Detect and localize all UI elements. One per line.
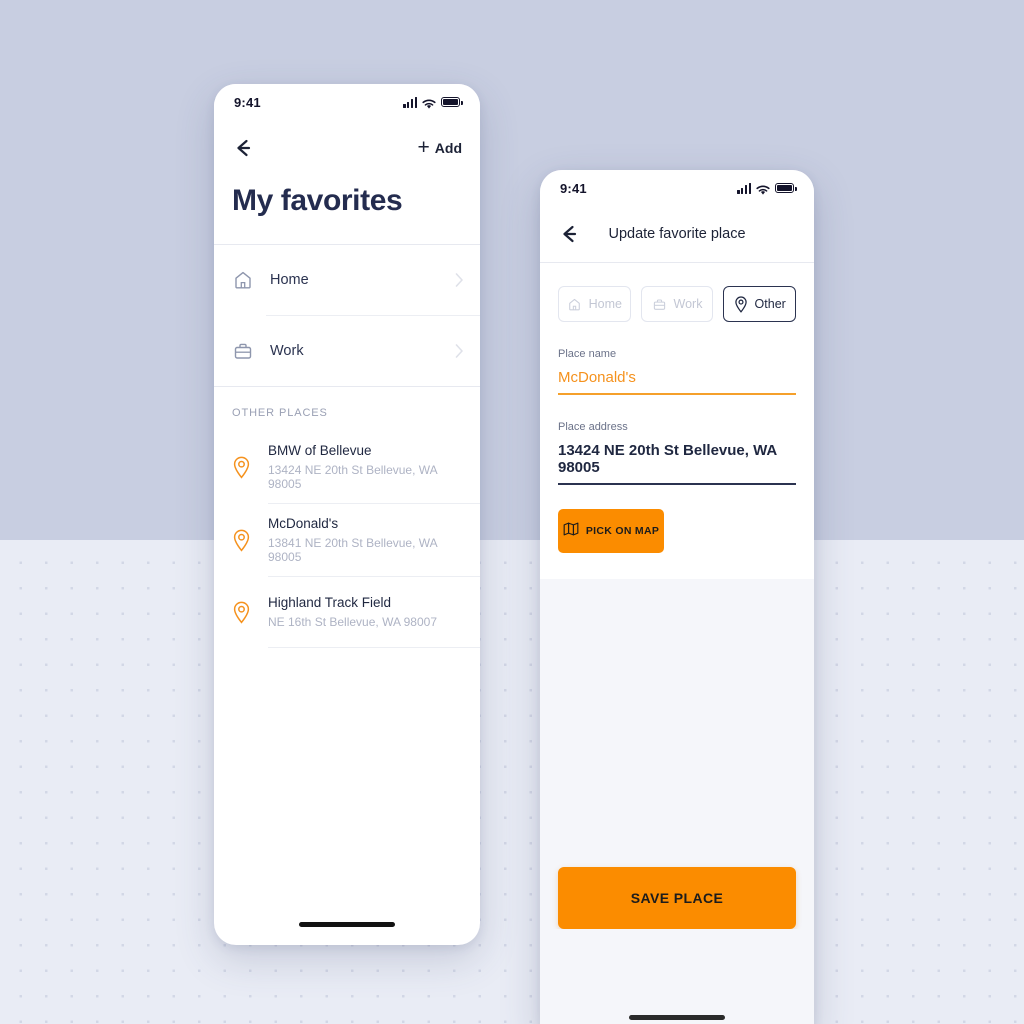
update-page-title: Update favorite place bbox=[608, 226, 746, 242]
chip-work[interactable]: Work bbox=[640, 286, 714, 322]
pick-on-map-label: PICK ON MAP bbox=[585, 525, 660, 537]
add-button-label: Add bbox=[434, 140, 462, 156]
background-top bbox=[0, 0, 1024, 540]
status-bar: 9:41 bbox=[540, 170, 814, 206]
place-row[interactable]: BMW of Bellevue 13424 NE 20th St Bellevu… bbox=[214, 431, 480, 503]
place-name: McDonald's bbox=[268, 516, 339, 531]
map-icon bbox=[563, 522, 579, 541]
chip-home-label: Home bbox=[588, 297, 622, 311]
battery-icon bbox=[441, 96, 463, 108]
house-icon bbox=[232, 269, 254, 291]
place-row[interactable]: McDonald's 13841 NE 20th St Bellevue, WA… bbox=[214, 504, 480, 576]
place-row[interactable]: Highland Track Field NE 16th St Bellevue… bbox=[214, 577, 480, 647]
field-place-name-input[interactable]: McDonald's bbox=[558, 369, 796, 395]
chevron-right-icon bbox=[455, 273, 464, 287]
save-place-button[interactable]: SAVE PLACE bbox=[558, 867, 796, 929]
place-info: Highland Track Field NE 16th St Bellevue… bbox=[268, 595, 437, 629]
chevron-right-icon bbox=[455, 344, 464, 358]
place-divider bbox=[268, 647, 480, 648]
chip-other[interactable]: Other bbox=[723, 286, 797, 322]
home-indicator bbox=[299, 922, 395, 927]
page-title-wrap: My favorites bbox=[214, 176, 480, 244]
place-address: 13841 NE 20th St Bellevue, WA 98005 bbox=[268, 536, 437, 564]
status-bar: 9:41 bbox=[214, 84, 480, 120]
favorites-row-work[interactable]: Work bbox=[214, 316, 480, 386]
place-info: McDonald's 13841 NE 20th St Bellevue, WA… bbox=[268, 516, 462, 564]
cellular-signal-icon bbox=[737, 182, 751, 194]
pick-on-map-button[interactable]: PICK ON MAP bbox=[558, 509, 664, 553]
back-arrow-icon[interactable] bbox=[232, 137, 254, 159]
save-button-area: SAVE PLACE bbox=[540, 867, 814, 929]
form-body-spacer bbox=[540, 579, 814, 867]
field-place-address: Place address 13424 NE 20th St Bellevue,… bbox=[558, 395, 796, 485]
place-name: BMW of Bellevue bbox=[268, 443, 372, 458]
favorites-row-work-label: Work bbox=[270, 343, 304, 359]
map-pin-icon bbox=[232, 529, 251, 552]
cellular-signal-icon bbox=[403, 96, 417, 108]
update-navbar: Update favorite place bbox=[540, 206, 814, 262]
field-place-name-label: Place name bbox=[558, 348, 617, 360]
add-button[interactable]: + Add bbox=[417, 135, 462, 159]
chip-home[interactable]: Home bbox=[558, 286, 631, 322]
phone-my-favorites: 9:41 + Add My favorites Home Work OTHER … bbox=[214, 84, 480, 945]
favorites-row-home-label: Home bbox=[270, 272, 309, 288]
place-address: 13424 NE 20th St Bellevue, WA 98005 bbox=[268, 463, 437, 491]
bottom-spacer bbox=[540, 929, 814, 981]
status-time: 9:41 bbox=[234, 94, 261, 110]
briefcase-icon bbox=[232, 340, 254, 362]
section-label-other-places: OTHER PLACES bbox=[214, 387, 480, 431]
save-place-label: SAVE PLACE bbox=[630, 890, 724, 906]
status-time: 9:41 bbox=[560, 180, 587, 196]
field-place-name: Place name McDonald's bbox=[558, 322, 796, 395]
status-icons bbox=[403, 96, 463, 109]
phone-update-favorite-place: 9:41 Update favorite place Home Work Oth… bbox=[540, 170, 814, 1024]
update-form-card: Home Work Other Place name McDonald's Pl… bbox=[540, 263, 814, 579]
field-place-address-input[interactable]: 13424 NE 20th St Bellevue, WA 98005 bbox=[558, 442, 796, 485]
back-arrow-icon[interactable] bbox=[558, 223, 580, 245]
place-type-chips: Home Work Other bbox=[558, 263, 797, 322]
plus-icon: + bbox=[417, 135, 430, 159]
home-indicator bbox=[629, 1015, 725, 1020]
page-title: My favorites bbox=[232, 184, 403, 217]
place-address: NE 16th St Bellevue, WA 98007 bbox=[268, 615, 437, 629]
background-bottom-dotted bbox=[0, 540, 1024, 1024]
map-pin-icon bbox=[232, 456, 251, 479]
place-name: Highland Track Field bbox=[268, 595, 392, 610]
chip-work-label: Work bbox=[673, 297, 703, 311]
chip-other-label: Other bbox=[754, 297, 786, 311]
favorites-row-home[interactable]: Home bbox=[214, 245, 480, 315]
wifi-icon bbox=[756, 183, 770, 195]
status-icons bbox=[737, 182, 797, 195]
map-pin-icon bbox=[232, 601, 251, 624]
place-info: BMW of Bellevue 13424 NE 20th St Bellevu… bbox=[268, 443, 462, 491]
field-place-address-label: Place address bbox=[558, 421, 628, 433]
battery-icon bbox=[775, 182, 797, 194]
wifi-icon bbox=[422, 97, 436, 109]
screenshot-stage: 9:41 + Add My favorites Home Work OTHER … bbox=[0, 0, 1024, 1024]
favorites-navbar: + Add bbox=[214, 120, 480, 176]
